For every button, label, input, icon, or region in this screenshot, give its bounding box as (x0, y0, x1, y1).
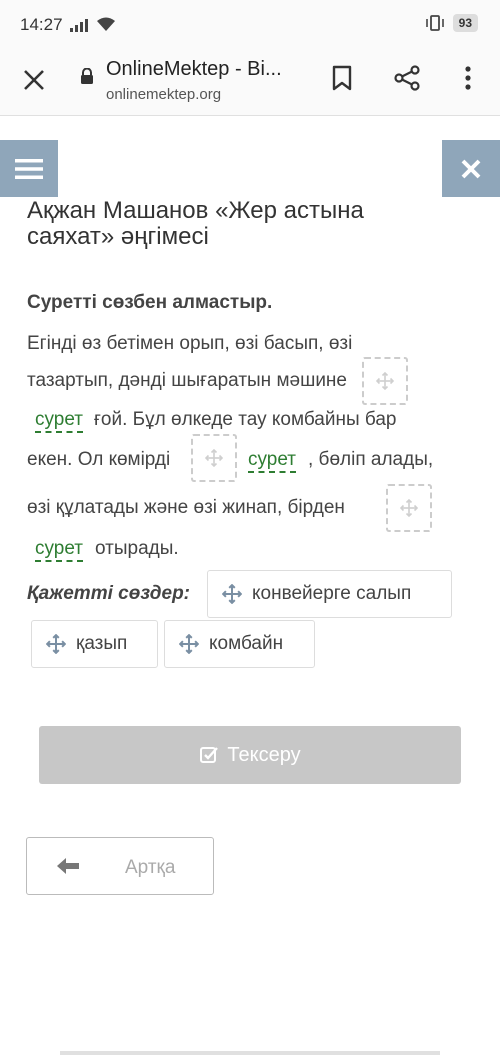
lock-icon (81, 68, 93, 84)
word-chip-conveyor[interactable]: конвейерге салып (207, 570, 452, 618)
battery-icon: 93 (452, 14, 478, 32)
checkbox-icon (200, 747, 219, 763)
task-line-4b: , бөліп алады, (308, 449, 434, 470)
vibrate-icon (425, 15, 444, 31)
page-title: Ақжан Машанов «Жер астына саяхат» әңгіме… (27, 197, 364, 250)
close-icon[interactable] (20, 66, 48, 94)
close-icon (461, 159, 481, 178)
task-line-4a: екен. Ол көмірді (27, 449, 171, 470)
arrow-left-icon (57, 858, 79, 874)
close-lesson-button[interactable] (442, 140, 500, 197)
hamburger-icon (15, 158, 43, 179)
task-line-2: тазартып, дәнді шығаратын мәшине (27, 370, 347, 391)
chip-label: конвейерге салып (252, 583, 412, 604)
back-button[interactable]: Артқа (26, 837, 214, 895)
move-icon (376, 372, 394, 390)
chip-label: комбайн (209, 633, 284, 654)
task-line-1: Егінді өз бетімен орып, өзі басып, өзі (27, 333, 353, 354)
status-right: 93 (425, 14, 478, 32)
task-line-5: өзі құлатады және өзі жинап, бірден (27, 497, 345, 518)
wifi-icon (97, 17, 115, 31)
move-icon (179, 634, 199, 654)
blank-word-2[interactable]: сурет (248, 449, 296, 473)
blank-word-1[interactable]: сурет (35, 409, 83, 433)
more-icon[interactable] (458, 64, 478, 92)
task-line-3: ғой. Бұл өлкеде тау комбайны бар (94, 409, 397, 430)
back-button-label: Артқа (125, 857, 176, 878)
chip-label: қазып (76, 633, 128, 654)
signal-icon (70, 19, 88, 32)
page-top-gap (0, 117, 500, 139)
blank-word-3[interactable]: сурет (35, 538, 83, 562)
status-bar: 14:27 93 (0, 0, 500, 50)
drop-zone-3[interactable] (386, 484, 432, 532)
task-instruction: Суретті сөзбен алмастыр. (27, 292, 273, 313)
move-icon (46, 634, 66, 654)
browser-page-title: OnlineMektep - Bi... (106, 58, 282, 80)
check-button[interactable]: Тексеру (39, 726, 461, 784)
drop-zone-1[interactable] (362, 357, 408, 405)
home-indicator (60, 1051, 440, 1055)
share-icon[interactable] (393, 64, 421, 92)
bookmark-icon[interactable] (330, 64, 354, 92)
menu-button[interactable] (0, 140, 58, 197)
move-icon (222, 584, 242, 604)
needed-words-label: Қажетті сөздер: (27, 583, 191, 604)
browser-toolbar: OnlineMektep - Bi... onlinemektep.org (0, 50, 500, 116)
word-chip-dig[interactable]: қазып (31, 620, 158, 668)
drop-zone-2[interactable] (191, 434, 237, 482)
status-icons (70, 17, 116, 32)
task-line-6: отырады. (95, 538, 179, 559)
word-chip-combine[interactable]: комбайн (164, 620, 315, 668)
browser-url[interactable]: onlinemektep.org (106, 86, 221, 103)
check-button-label: Тексеру (227, 743, 301, 766)
status-time: 14:27 (20, 15, 63, 34)
move-icon (400, 499, 418, 517)
move-icon (205, 449, 223, 467)
